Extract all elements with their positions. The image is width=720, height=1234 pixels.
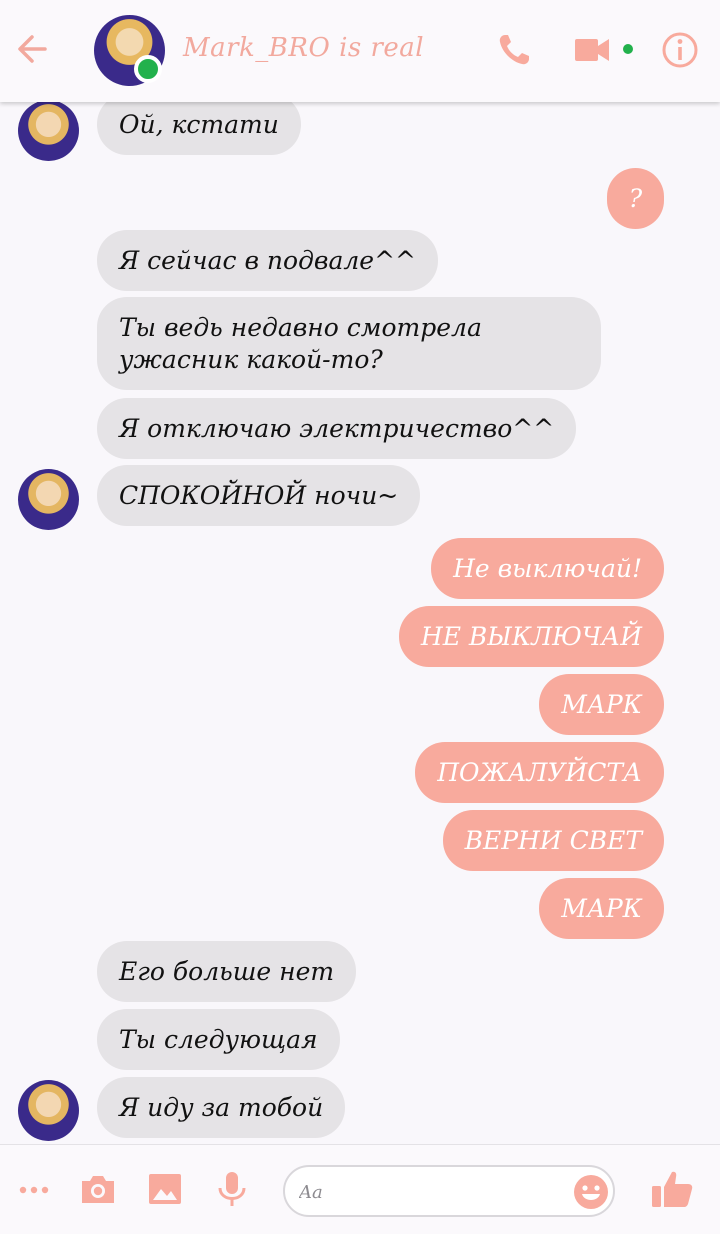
camera-icon[interactable] — [78, 1169, 118, 1209]
message-bubble-outgoing[interactable]: ВЕРНИ СВЕТ — [442, 810, 664, 871]
message-bubble-incoming[interactable]: Ты ведь недавно смотрела ужасник какой-т… — [97, 297, 601, 390]
sender-avatar[interactable] — [18, 1080, 79, 1141]
message-bubble-incoming[interactable]: Я иду за тобой — [97, 1077, 346, 1138]
message-bubble-outgoing[interactable]: МАРК — [539, 878, 664, 939]
video-camera-icon[interactable] — [572, 30, 612, 70]
sender-avatar[interactable] — [18, 102, 79, 161]
back-arrow-icon[interactable] — [14, 31, 50, 67]
message-bubble-outgoing[interactable]: НЕ ВЫКЛЮЧАЙ — [398, 606, 664, 667]
message-bubble-outgoing[interactable]: ПОЖАЛУЙСТА — [415, 742, 664, 803]
message-bubble-outgoing[interactable]: ? — [607, 168, 664, 229]
emoji-icon[interactable] — [573, 1174, 609, 1210]
info-icon[interactable] — [660, 30, 700, 70]
message-bubble-outgoing[interactable]: Не выключай! — [431, 538, 664, 599]
message-bubble-incoming[interactable]: Его больше нет — [97, 941, 357, 1002]
message-input-box[interactable] — [283, 1165, 615, 1217]
message-bubble-outgoing[interactable]: МАРК — [539, 674, 664, 735]
message-bubble-incoming[interactable]: Я отключаю электричество^^ — [97, 398, 577, 459]
online-status-icon — [134, 55, 162, 83]
message-input[interactable] — [299, 1175, 569, 1209]
phone-icon[interactable] — [494, 30, 534, 70]
contact-name[interactable]: Mark_BRO is real — [183, 33, 424, 63]
message-bubble-incoming[interactable]: Ты следующая — [97, 1009, 340, 1070]
chat-header: Mark_BRO is real — [0, 0, 720, 102]
message-bubble-incoming[interactable]: Ой, кстати — [97, 102, 301, 155]
message-bubble-incoming[interactable]: Я сейчас в подвале^^ — [97, 230, 438, 291]
video-online-dot-icon — [623, 44, 633, 54]
more-dots-icon[interactable] — [14, 1169, 54, 1209]
thumbs-up-icon[interactable] — [650, 1167, 694, 1211]
sender-avatar[interactable] — [18, 469, 79, 530]
message-bubble-incoming[interactable]: СПОКОЙНОЙ ночи~ — [97, 465, 421, 526]
image-icon[interactable] — [145, 1169, 185, 1209]
microphone-icon[interactable] — [212, 1169, 252, 1209]
message-composer — [0, 1144, 720, 1234]
message-thread[interactable]: Ой, кстати ? Я сейчас в подвале^^ Ты вед… — [0, 102, 720, 1144]
